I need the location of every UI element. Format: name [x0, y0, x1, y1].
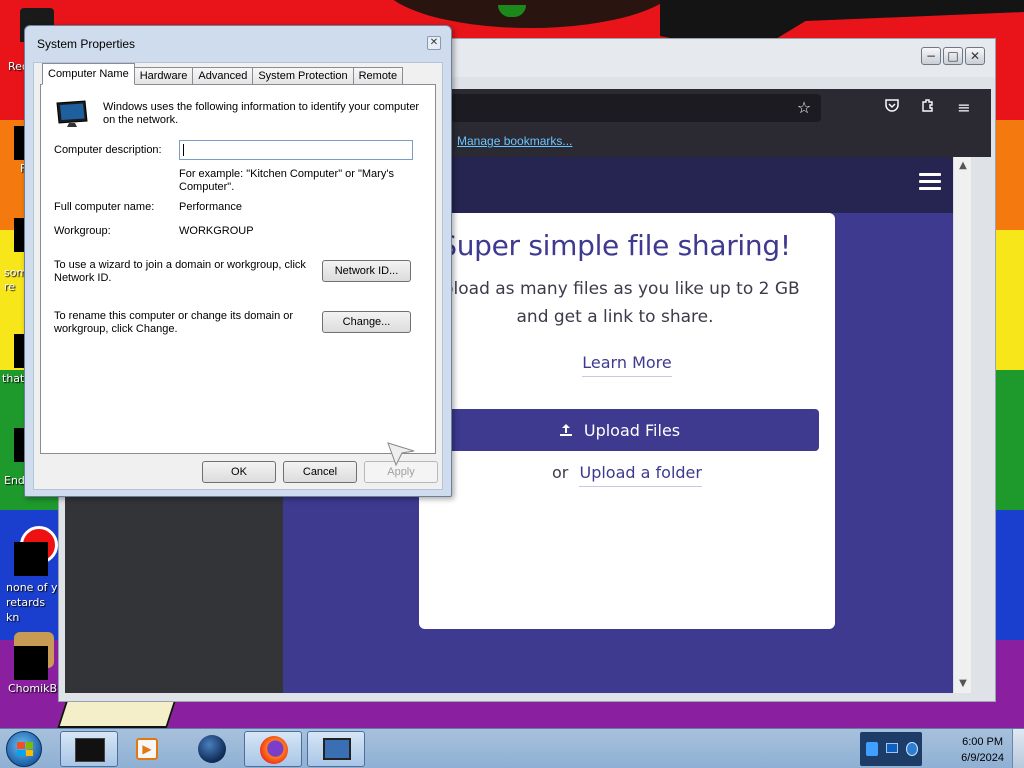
- page-scrollbar[interactable]: ▲ ▼: [953, 157, 971, 693]
- taskbar-terminal-app[interactable]: [60, 731, 118, 767]
- subtitle-line-2: and get a link to share.: [516, 307, 714, 327]
- computer-description-label: Computer description:: [54, 144, 162, 156]
- wizard-text-line-1: To use a wizard to join a domain or work…: [54, 259, 306, 271]
- dialog-tabs: Computer Name Hardware Advanced System P…: [42, 63, 404, 85]
- upload-card: Super simple file sharing! Upload as man…: [419, 213, 835, 629]
- intro-text: Windows uses the following information t…: [103, 101, 419, 127]
- intro-line-2: on the network.: [103, 114, 179, 126]
- desktop-wallpaper-scrap: [57, 698, 177, 728]
- ok-button[interactable]: OK: [202, 461, 276, 483]
- rename-text-line-1: To rename this computer or change its do…: [54, 310, 294, 322]
- upload-files-button[interactable]: Upload Files: [419, 409, 819, 451]
- cancel-button[interactable]: Cancel: [283, 461, 357, 483]
- page-subtitle: Upload as many files as you like up to 2…: [419, 275, 811, 331]
- minimize-button[interactable]: −: [921, 47, 941, 65]
- desktop-icon-6[interactable]: none of y retards kn: [0, 526, 60, 624]
- rename-text-line-2: workgroup, click Change.: [54, 323, 178, 335]
- start-button[interactable]: [6, 731, 42, 767]
- learn-more-link[interactable]: Learn More: [419, 353, 835, 377]
- change-button[interactable]: Change...: [322, 311, 411, 333]
- computer-description-input[interactable]: [179, 140, 413, 160]
- workgroup-value: WORKGROUP: [179, 225, 254, 237]
- desktop-icon-label: End: [4, 474, 25, 487]
- extensions-icon[interactable]: [917, 97, 939, 119]
- computer-monitor-icon: [56, 100, 88, 127]
- tray-display-icon[interactable]: [886, 743, 898, 753]
- maximize-button[interactable]: □: [943, 47, 963, 65]
- tab-hardware[interactable]: Hardware: [133, 67, 194, 85]
- example-line-1: For example: "Kitchen Computer" or "Mary…: [179, 168, 394, 180]
- tray-bluetooth-icon[interactable]: [906, 742, 918, 756]
- upload-folder-link[interactable]: Upload a folder: [579, 463, 702, 487]
- desktop-icon-label: som re: [4, 266, 28, 293]
- desktop-icon-7[interactable]: ChomikB: [0, 632, 60, 698]
- manage-bookmarks-link[interactable]: Manage bookmarks...: [457, 134, 572, 148]
- page-headline: Super simple file sharing!: [439, 229, 791, 262]
- or-label: or: [552, 463, 569, 482]
- wizard-text-line-2: Network ID.: [54, 272, 112, 284]
- learn-more-label: Learn More: [582, 353, 672, 377]
- system-tray: [860, 732, 922, 766]
- dialog-close-icon[interactable]: ✕: [427, 36, 441, 50]
- tab-system-protection[interactable]: System Protection: [252, 67, 354, 85]
- hamburger-menu-icon[interactable]: [919, 173, 941, 191]
- clock-time: 6:00 PM: [962, 736, 1004, 748]
- desktop-icon-label: that: [2, 372, 25, 385]
- computer-name-panel: Windows uses the following information t…: [40, 84, 436, 454]
- window-controls: − □ ✕: [921, 47, 985, 65]
- example-line-2: Computer".: [179, 181, 235, 193]
- example-text: For example: "Kitchen Computer" or "Mary…: [179, 168, 394, 194]
- url-bar[interactable]: ☆: [451, 94, 821, 122]
- upload-folder-row: or Upload a folder: [419, 463, 835, 487]
- taskbar-network-globe-app[interactable]: [184, 731, 242, 767]
- taskbar-media-player-app[interactable]: ▶: [120, 731, 178, 767]
- upload-icon: [559, 424, 572, 436]
- upload-files-label: Upload Files: [583, 420, 681, 440]
- taskbar: ▶ 6:00 PM 6/9/2024: [0, 728, 1024, 768]
- menu-icon[interactable]: ≡: [953, 97, 975, 119]
- pocket-icon[interactable]: [881, 97, 903, 119]
- full-computer-name-label: Full computer name:: [54, 201, 155, 213]
- network-id-description: To use a wizard to join a domain or work…: [54, 259, 306, 285]
- taskbar-clock[interactable]: 6:00 PM 6/9/2024: [961, 734, 1004, 766]
- windows-logo-icon: [17, 742, 33, 756]
- desktop-wallpaper-shape: [380, 0, 680, 28]
- desktop-icon-label: ChomikB: [8, 682, 58, 695]
- tray-network-icon[interactable]: [866, 742, 878, 756]
- dialog-title: System Properties: [37, 37, 136, 51]
- close-button[interactable]: ✕: [965, 47, 985, 65]
- network-id-button[interactable]: Network ID...: [322, 260, 411, 282]
- dialog-body: Computer Name Hardware Advanced System P…: [33, 62, 443, 490]
- system-properties-dialog[interactable]: System Properties ✕ Computer Name Hardwa…: [24, 25, 452, 497]
- scroll-down-icon[interactable]: ▼: [954, 675, 972, 693]
- workgroup-label: Workgroup:: [54, 225, 111, 237]
- desktop-icon-label: none of y retards kn: [6, 581, 58, 624]
- subtitle-line-1: Upload as many files as you like up to 2…: [430, 279, 800, 299]
- taskbar-firefox-app[interactable]: [244, 731, 302, 767]
- tab-computer-name[interactable]: Computer Name: [42, 63, 135, 85]
- star-icon[interactable]: ☆: [793, 97, 815, 119]
- change-description: To rename this computer or change its do…: [54, 310, 293, 336]
- show-desktop-button[interactable]: [1012, 729, 1024, 768]
- taskbar-system-properties-app[interactable]: [307, 731, 365, 767]
- clock-date: 6/9/2024: [961, 752, 1004, 764]
- text-caret: [183, 144, 184, 156]
- tab-advanced[interactable]: Advanced: [192, 67, 254, 85]
- tab-remote[interactable]: Remote: [352, 67, 404, 85]
- full-computer-name-value: Performance: [179, 201, 242, 213]
- mouse-cursor-icon: [387, 442, 415, 467]
- scroll-up-icon[interactable]: ▲: [954, 157, 972, 175]
- intro-line-1: Windows uses the following information t…: [103, 101, 420, 113]
